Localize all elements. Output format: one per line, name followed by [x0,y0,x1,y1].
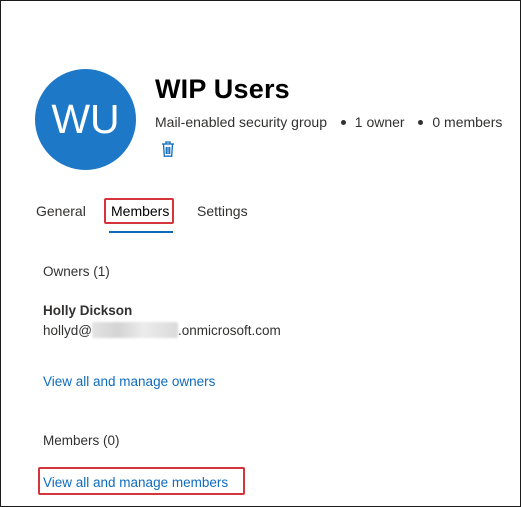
group-meta: Mail-enabled security group 1 owner 0 me… [155,114,502,130]
tab-bar: General Members Settings [0,203,521,233]
separator-dot [418,119,424,125]
owner-email-prefix: hollyd@ [43,323,92,338]
group-avatar: WU [35,69,136,170]
active-tab-indicator [109,231,173,233]
members-heading: Members (0) [43,433,120,448]
group-name: WIP Users [155,74,290,104]
tab-general[interactable]: General [36,203,86,219]
trash-icon[interactable] [160,140,176,158]
manage-members-highlight [38,467,245,495]
member-count: 0 members [432,114,503,130]
redacted-domain [91,322,178,338]
members-tab-highlight [104,198,174,224]
owner-count: 1 owner [354,114,405,130]
tab-settings[interactable]: Settings [197,203,248,219]
owners-heading: Owners (1) [43,264,110,279]
manage-owners-link[interactable]: View all and manage owners [43,374,215,389]
separator-dot [340,119,346,125]
owner-email: hollyd@ .onmicrosoft.com [43,322,281,338]
avatar-initials: WU [51,96,120,142]
group-type: Mail-enabled security group [155,114,327,130]
owner-email-suffix: .onmicrosoft.com [177,323,281,338]
owner-name: Holly Dickson [43,303,133,318]
